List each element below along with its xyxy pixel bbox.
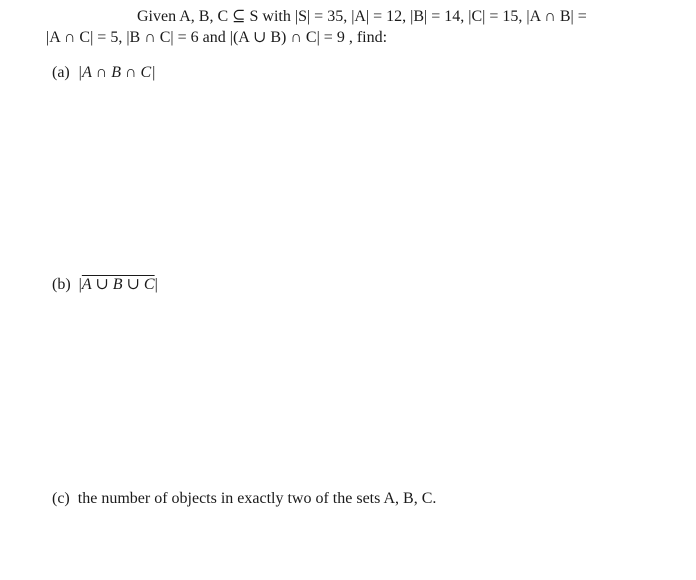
part-c-text: the number of objects in exactly two of … (77, 490, 437, 507)
part-b-bar-close: | (154, 276, 158, 293)
problem-statement-line-2: |A ∩ C| = 5, |B ∩ C| = 6 and |(A ∪ B) ∩ … (46, 29, 388, 46)
part-c: (c) the number of objects in exactly two… (52, 490, 436, 508)
part-b: (b) |A ∪ B ∪ C| (52, 274, 158, 294)
part-a-label: (a) (52, 64, 70, 81)
part-b-expression: A ∪ B ∪ C (81, 276, 155, 293)
part-b-label: (b) (52, 276, 71, 293)
part-a: (a) |A ∩ B ∩ C| (52, 64, 156, 82)
problem-statement-line-1: Given A, B, C ⊆ S with |S| = 35, |A| = 1… (137, 8, 587, 25)
part-c-label: (c) (52, 490, 70, 507)
part-a-expression: |A ∩ B ∩ C| (77, 64, 156, 81)
